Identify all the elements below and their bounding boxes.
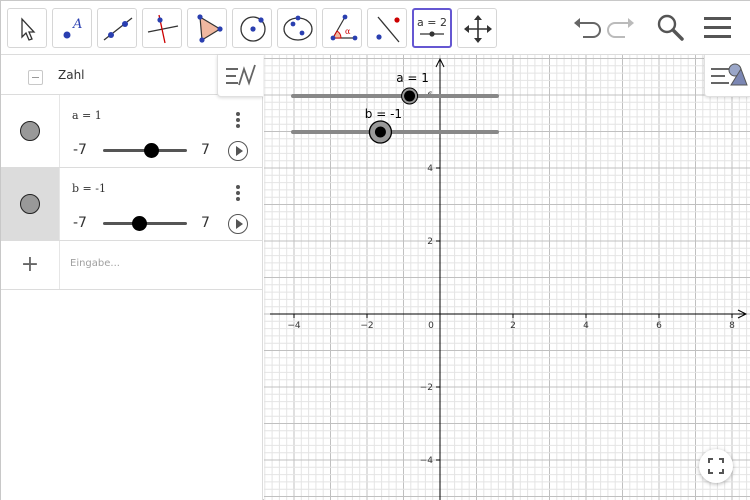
slider-tool-button[interactable]: a = 2 [412, 8, 452, 48]
plus-icon[interactable]: + [1, 241, 60, 289]
x-tick-label: −4 [287, 321, 301, 331]
slider-definition[interactable]: b = -1 [72, 182, 106, 195]
graphics-slider-point [404, 90, 416, 102]
redo-icon [607, 18, 634, 38]
play-animation-button[interactable] [228, 141, 248, 161]
angle-tool-button[interactable]: α [322, 8, 362, 48]
perpendicular-line-tool-button[interactable] [142, 8, 182, 48]
circle-tool-button[interactable] [232, 8, 272, 48]
angle-icon: α [330, 14, 358, 41]
algebra-input[interactable] [70, 253, 250, 273]
visibility-marker[interactable] [1, 95, 60, 167]
x-tick-label: 2 [510, 321, 516, 331]
style-bar-icon [711, 63, 748, 86]
algebra-view: Zahl a = 1 -7 7 b = -1 -7 7 + Eingabe... [1, 55, 263, 500]
y-tick-label: 2 [427, 237, 433, 247]
x-tick-label: 4 [583, 321, 589, 331]
group-label: Zahl [58, 68, 85, 82]
graphics-slider-label: b = -1 [365, 107, 402, 121]
graphics-style-bar-button[interactable] [704, 55, 750, 97]
move-view-icon [464, 15, 492, 43]
play-animation-button[interactable] [228, 214, 248, 234]
x-tick-label: 0 [428, 321, 434, 331]
collapse-group-button[interactable] [28, 70, 43, 85]
ellipse-tool-button[interactable] [277, 8, 317, 48]
fullscreen-button[interactable] [699, 449, 733, 483]
visibility-marker[interactable] [1, 168, 60, 240]
line-through-points-icon [103, 17, 133, 41]
reflect-tool-button[interactable] [367, 8, 407, 48]
search-icon [657, 14, 684, 41]
circle-center-point-icon [240, 16, 266, 42]
arrow-pointer-icon [21, 17, 36, 41]
slider-knob[interactable] [131, 216, 147, 231]
menu-icon [704, 17, 731, 38]
slider-min-label: -7 [73, 142, 87, 158]
algebra-row-b[interactable]: b = -1 -7 7 [1, 168, 263, 241]
geogebra-app: A α a = 2 Zahl a = 1 -7 7 b = -1 -7 7 + … [0, 0, 750, 500]
svg-text:α: α [345, 27, 351, 36]
fullscreen-icon [708, 458, 724, 474]
polygon-icon [197, 14, 223, 43]
perpendicular-icon [147, 14, 179, 44]
slider-min-label: -7 [73, 215, 87, 231]
slider-max-label: 7 [201, 142, 210, 158]
y-tick-label: −4 [420, 456, 434, 466]
redo-button[interactable] [605, 11, 639, 45]
move-graphics-view-tool-button[interactable] [457, 8, 497, 48]
reflect-about-line-icon [376, 16, 400, 43]
x-tick-label: 6 [656, 321, 662, 331]
menu-button[interactable] [701, 11, 735, 45]
y-tick-label: 4 [427, 164, 433, 174]
polygon-tool-button[interactable] [187, 8, 227, 48]
algebra-row-a[interactable]: a = 1 -7 7 [1, 95, 263, 168]
slider-knob[interactable] [143, 143, 159, 158]
more-options-icon[interactable] [229, 183, 247, 203]
move-tool-button[interactable] [7, 8, 47, 48]
line-tool-button[interactable] [97, 8, 137, 48]
search-button[interactable] [653, 11, 687, 45]
x-tick-label: −2 [360, 321, 373, 331]
x-tick-label: 8 [729, 321, 735, 331]
y-tick-label: −2 [420, 383, 433, 393]
visibility-toggle[interactable] [20, 194, 40, 214]
ellipse-icon [283, 15, 313, 41]
slider-max-label: 7 [201, 215, 210, 231]
more-options-icon[interactable] [229, 110, 247, 130]
graphics-canvas[interactable]: −4−202468642−2−4a = 1b = -1 [264, 55, 750, 500]
point-tool-button[interactable]: A [52, 8, 92, 48]
toggle-graphics-style-button[interactable] [217, 55, 263, 97]
algebra-style-icon [226, 64, 256, 86]
svg-text:A: A [72, 17, 82, 32]
graphics-slider-label: a = 1 [396, 71, 429, 85]
point-icon: A [63, 17, 82, 39]
graphics-view[interactable]: −4−202468642−2−4a = 1b = -1 [264, 55, 750, 500]
undo-icon [574, 18, 601, 38]
input-row[interactable]: + [1, 241, 263, 290]
slider-icon [420, 31, 444, 37]
visibility-toggle[interactable] [20, 121, 40, 141]
graphics-slider-point [374, 126, 386, 138]
toolbar: A α a = 2 [1, 1, 750, 55]
undo-button[interactable] [569, 11, 603, 45]
slider-definition[interactable]: a = 1 [72, 109, 102, 122]
